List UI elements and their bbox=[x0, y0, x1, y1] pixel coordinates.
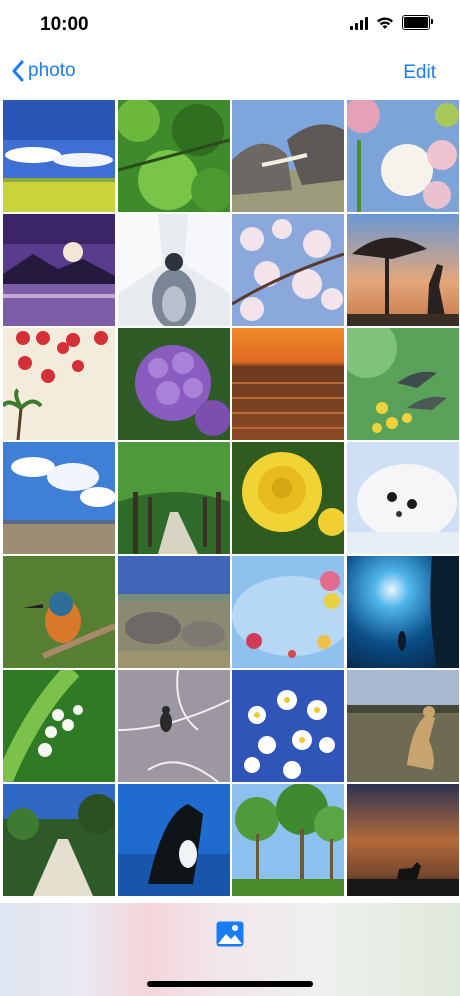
edit-button[interactable]: Edit bbox=[403, 62, 436, 84]
photo-icon[interactable] bbox=[215, 920, 245, 948]
photo-thumbnail-hummingbird[interactable] bbox=[346, 328, 459, 440]
cellular-signal-icon bbox=[350, 16, 368, 30]
photo-thumbnail-ocean-sunset[interactable] bbox=[232, 328, 345, 440]
photo-thumbnail-cherry-blossom[interactable] bbox=[232, 214, 345, 326]
photo-grid bbox=[3, 100, 459, 896]
status-bar: 10:00 bbox=[0, 0, 460, 50]
photo-thumbnail-penguin[interactable] bbox=[117, 214, 230, 326]
photo-thumbnail-giraffe-silhouette[interactable] bbox=[346, 214, 459, 326]
photo-thumbnail-bird-on-branch[interactable] bbox=[117, 670, 230, 782]
photo-thumbnail-clouds-field[interactable] bbox=[3, 442, 115, 554]
status-icons bbox=[350, 15, 433, 30]
photo-thumbnail-seal-pup[interactable] bbox=[346, 442, 459, 554]
photo-thumbnail-meadow-sky[interactable] bbox=[3, 100, 115, 212]
battery-icon bbox=[402, 15, 433, 30]
photo-thumbnail-kingfisher[interactable] bbox=[3, 556, 115, 668]
photo-thumbnail-elephants[interactable] bbox=[232, 100, 345, 212]
photo-thumbnail-yellow-rose[interactable] bbox=[232, 442, 345, 554]
photo-thumbnail-white-daisies[interactable] bbox=[232, 670, 345, 782]
photo-thumbnail-tree-tunnel[interactable] bbox=[117, 442, 230, 554]
photo-thumbnail-pink-white-flowers[interactable] bbox=[346, 100, 459, 212]
photo-thumbnail-hot-air-balloons[interactable] bbox=[232, 556, 345, 668]
status-time: 10:00 bbox=[40, 14, 89, 35]
photo-thumbnail-underwater-diver[interactable] bbox=[346, 556, 459, 668]
photo-thumbnail-purple-hydrangea[interactable] bbox=[117, 328, 230, 440]
photo-thumbnail-mountain-sunset[interactable] bbox=[3, 214, 115, 326]
photo-thumbnail-green-leaves[interactable] bbox=[117, 100, 230, 212]
photo-thumbnail-fox-sunset[interactable] bbox=[346, 784, 459, 896]
navigation-bar: photo Edit bbox=[0, 50, 460, 96]
photo-thumbnail-cheetah[interactable] bbox=[346, 670, 459, 782]
photo-thumbnail-garden-path[interactable] bbox=[3, 784, 115, 896]
back-label: photo bbox=[28, 60, 76, 81]
back-button[interactable]: photo bbox=[12, 60, 76, 82]
chevron-left-icon bbox=[12, 60, 24, 82]
photo-thumbnail-green-trees[interactable] bbox=[232, 784, 345, 896]
photo-thumbnail-orca[interactable] bbox=[117, 784, 230, 896]
photo-thumbnail-rhinos[interactable] bbox=[117, 556, 230, 668]
photo-thumbnail-lily-of-valley[interactable] bbox=[3, 670, 115, 782]
home-indicator bbox=[147, 981, 313, 987]
photo-thumbnail-red-flowers-palm[interactable] bbox=[3, 328, 115, 440]
wifi-icon bbox=[377, 17, 393, 29]
